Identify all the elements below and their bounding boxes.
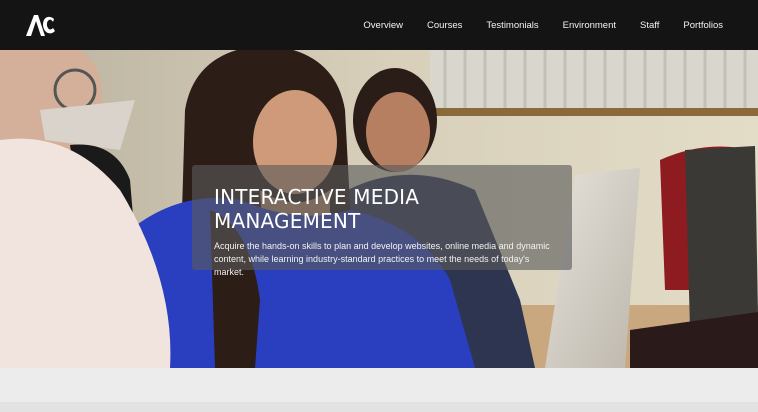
main-nav: Overview Courses Testimonials Environmen…	[339, 20, 723, 31]
hero-title: INTERACTIVE MEDIA MANAGEMENT	[214, 185, 420, 233]
nav-portfolios[interactable]: Portfolios	[683, 20, 723, 31]
hero-description: Acquire the hands-on skills to plan and …	[214, 241, 550, 277]
top-navigation-bar: Overview Courses Testimonials Environmen…	[0, 0, 758, 50]
nav-testimonials[interactable]: Testimonials	[486, 20, 538, 31]
content-section-strip	[0, 368, 758, 412]
nav-environment[interactable]: Environment	[563, 20, 616, 31]
algonquin-college-logo[interactable]	[24, 12, 56, 38]
hero-banner: INTERACTIVE MEDIA MANAGEMENT Acquire the…	[0, 50, 758, 368]
hero-caption-box: INTERACTIVE MEDIA MANAGEMENT Acquire the…	[192, 165, 572, 277]
nav-staff[interactable]: Staff	[640, 20, 659, 31]
nav-courses[interactable]: Courses	[427, 20, 462, 31]
section-divider	[0, 402, 758, 412]
nav-overview[interactable]: Overview	[363, 20, 403, 31]
